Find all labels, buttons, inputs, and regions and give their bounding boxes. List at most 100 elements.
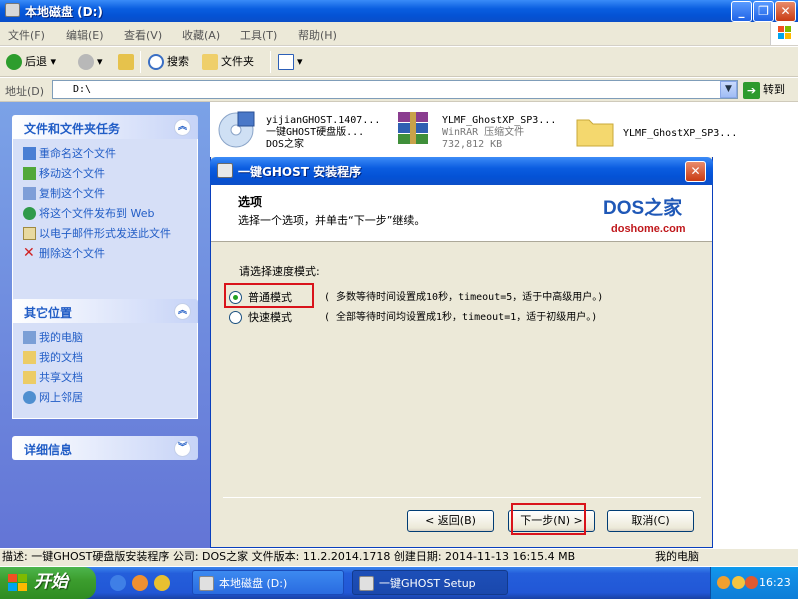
task-publish-label: 将这个文件发布到 Web <box>39 207 155 220</box>
menu-view[interactable]: 查看(V) <box>124 27 162 43</box>
up-folder-button[interactable] <box>118 53 137 71</box>
tray-icon[interactable] <box>717 576 730 589</box>
details-header[interactable]: 详细信息 ︾ <box>12 436 198 460</box>
task-delete-label: 删除这个文件 <box>39 247 105 260</box>
setup-app-icon <box>217 163 233 178</box>
collapse-chevron-icon[interactable]: ︽ <box>174 119 191 136</box>
go-button[interactable]: ➔ 转到 <box>743 81 785 99</box>
ie-quicklaunch-icon[interactable] <box>110 575 126 591</box>
toolbar-separator <box>140 51 141 73</box>
toolbar-separator <box>270 51 271 73</box>
place-my-computer[interactable]: 我的电脑 <box>23 329 197 349</box>
tray-icon[interactable] <box>745 576 758 589</box>
taskbar: 开始 本地磁盘 (D:) 一键GHOST Setup 16:23 <box>0 567 798 599</box>
menu-tools[interactable]: 工具(T) <box>240 27 277 43</box>
start-button[interactable]: 开始 <box>0 567 96 599</box>
views-button[interactable]: ▾ <box>278 53 303 71</box>
quicklaunch-icon[interactable] <box>132 575 148 591</box>
close-button[interactable]: ✕ <box>775 1 796 22</box>
up-folder-icon <box>118 54 134 70</box>
task-copy[interactable]: 复制这个文件 <box>23 185 197 205</box>
rename-icon <box>23 147 36 160</box>
task-email[interactable]: 以电子邮件形式发送此文件 <box>23 225 197 245</box>
copy-icon <box>23 187 36 200</box>
search-icon <box>148 54 164 70</box>
drive-icon <box>199 576 214 591</box>
back-button[interactable]: < 返回(B) <box>407 510 494 532</box>
web-publish-icon <box>23 207 36 220</box>
minimize-button[interactable]: _ <box>731 1 752 22</box>
file-company: DOS之家 <box>266 139 305 150</box>
network-icon <box>23 391 36 404</box>
file-item-yijianghost[interactable]: yijianGHOST.1407... 一键GHOST硬盘版... DOS之家 <box>216 108 391 156</box>
place-network-label: 网上邻居 <box>39 391 83 404</box>
file-item-ylmf-rar[interactable]: YLMF_GhostXP_SP3... WinRAR 压缩文件 732,812 … <box>392 108 567 156</box>
menu-file[interactable]: 文件(F) <box>8 27 45 43</box>
windows-flag-icon <box>8 574 27 591</box>
collapse-chevron-icon[interactable]: ︽ <box>174 303 191 320</box>
place-shared-documents[interactable]: 共享文档 <box>23 369 197 389</box>
place-my-documents-label: 我的文档 <box>39 351 83 364</box>
dialog-close-button[interactable]: ✕ <box>685 161 706 182</box>
other-places-header[interactable]: 其它位置 ︽ <box>12 299 198 323</box>
explorer-titlebar[interactable]: 本地磁盘 (D:) _ ❐ ✕ <box>0 0 798 22</box>
file-size: 732,812 KB <box>442 139 503 150</box>
task-local-disk[interactable]: 本地磁盘 (D:) <box>192 570 344 595</box>
setup-app-icon <box>359 576 374 591</box>
email-icon <box>23 227 36 240</box>
place-my-computer-label: 我的电脑 <box>39 331 83 344</box>
highlight-box <box>224 283 314 308</box>
status-zone: 我的电脑 <box>655 550 699 563</box>
dialog-header-subtitle: 选择一个选项，并单击“下一步”继续。 <box>238 214 426 227</box>
address-dropdown-button[interactable]: ▼ <box>720 81 737 98</box>
dialog-header-title: 选项 <box>238 195 263 209</box>
back-button[interactable]: 后退 ▾ <box>6 53 56 71</box>
move-icon <box>23 167 36 180</box>
task-publish-web[interactable]: 将这个文件发布到 Web <box>23 205 197 225</box>
quicklaunch-icon[interactable] <box>154 575 170 591</box>
address-value: D:\ <box>73 84 92 95</box>
cancel-button[interactable]: 取消(C) <box>607 510 694 532</box>
file-tasks-header[interactable]: 文件和文件夹任务 ︽ <box>12 115 198 139</box>
task-ghost-setup[interactable]: 一键GHOST Setup <box>352 570 508 595</box>
place-my-documents[interactable]: 我的文档 <box>23 349 197 369</box>
drive-icon <box>5 3 20 17</box>
file-name: YLMF_GhostXP_SP3... <box>623 128 738 139</box>
search-button[interactable]: 搜索 <box>148 53 189 71</box>
forward-button[interactable]: ▾ <box>78 53 103 71</box>
menu-help[interactable]: 帮助(H) <box>298 27 337 43</box>
status-bar: 描述: 一键GHOST硬盘版安装程序 公司: DOS之家 文件版本: 11.2.… <box>0 548 798 566</box>
tray-icon[interactable] <box>732 576 745 589</box>
radio-button[interactable] <box>229 311 242 324</box>
folders-label: 文件夹 <box>221 55 254 68</box>
menu-edit[interactable]: 编辑(E) <box>66 27 104 43</box>
place-shared-documents-label: 共享文档 <box>39 371 83 384</box>
task-move[interactable]: 移动这个文件 <box>23 165 197 185</box>
setup-cd-icon <box>216 108 260 152</box>
dialog-titlebar[interactable]: 一键GHOST 安装程序 ✕ <box>210 157 713 185</box>
back-label: 后退 <box>25 55 47 68</box>
search-label: 搜索 <box>167 55 189 68</box>
expand-chevron-icon[interactable]: ︾ <box>174 440 191 457</box>
address-input[interactable]: D:\ <box>52 80 738 99</box>
file-name: yijianGHOST.1407... <box>266 115 381 126</box>
dialog-separator <box>223 497 701 498</box>
maximize-button[interactable]: ❐ <box>753 1 774 22</box>
radio-fast-mode[interactable]: 快速模式 ( 全部等待时间均设置成1秒，timeout=1，适于初级用户。) <box>229 309 699 326</box>
delete-x-icon: ✕ <box>23 245 35 261</box>
address-label: 地址(D) <box>5 85 45 98</box>
start-label: 开始 <box>34 572 68 592</box>
place-network[interactable]: 网上邻居 <box>23 389 197 409</box>
dos-home-logo: DOS之家 <box>603 198 683 219</box>
back-arrow-icon <box>6 54 22 70</box>
file-item-ylmf-folder[interactable]: YLMF_GhostXP_SP3... <box>573 108 793 156</box>
clock[interactable]: 16:23 <box>759 576 791 589</box>
details-title: 详细信息 <box>24 443 73 457</box>
folders-button[interactable]: 文件夹 <box>202 53 254 71</box>
dialog-header: 选项 选择一个选项，并单击“下一步”继续。 DOS之家 doshome.com <box>211 185 712 242</box>
task-delete[interactable]: ✕ 删除这个文件 <box>23 245 197 265</box>
documents-folder-icon <box>23 351 36 364</box>
task-rename[interactable]: 重命名这个文件 <box>23 145 197 165</box>
menu-favorites[interactable]: 收藏(A) <box>182 27 220 43</box>
task-copy-label: 复制这个文件 <box>39 187 105 200</box>
